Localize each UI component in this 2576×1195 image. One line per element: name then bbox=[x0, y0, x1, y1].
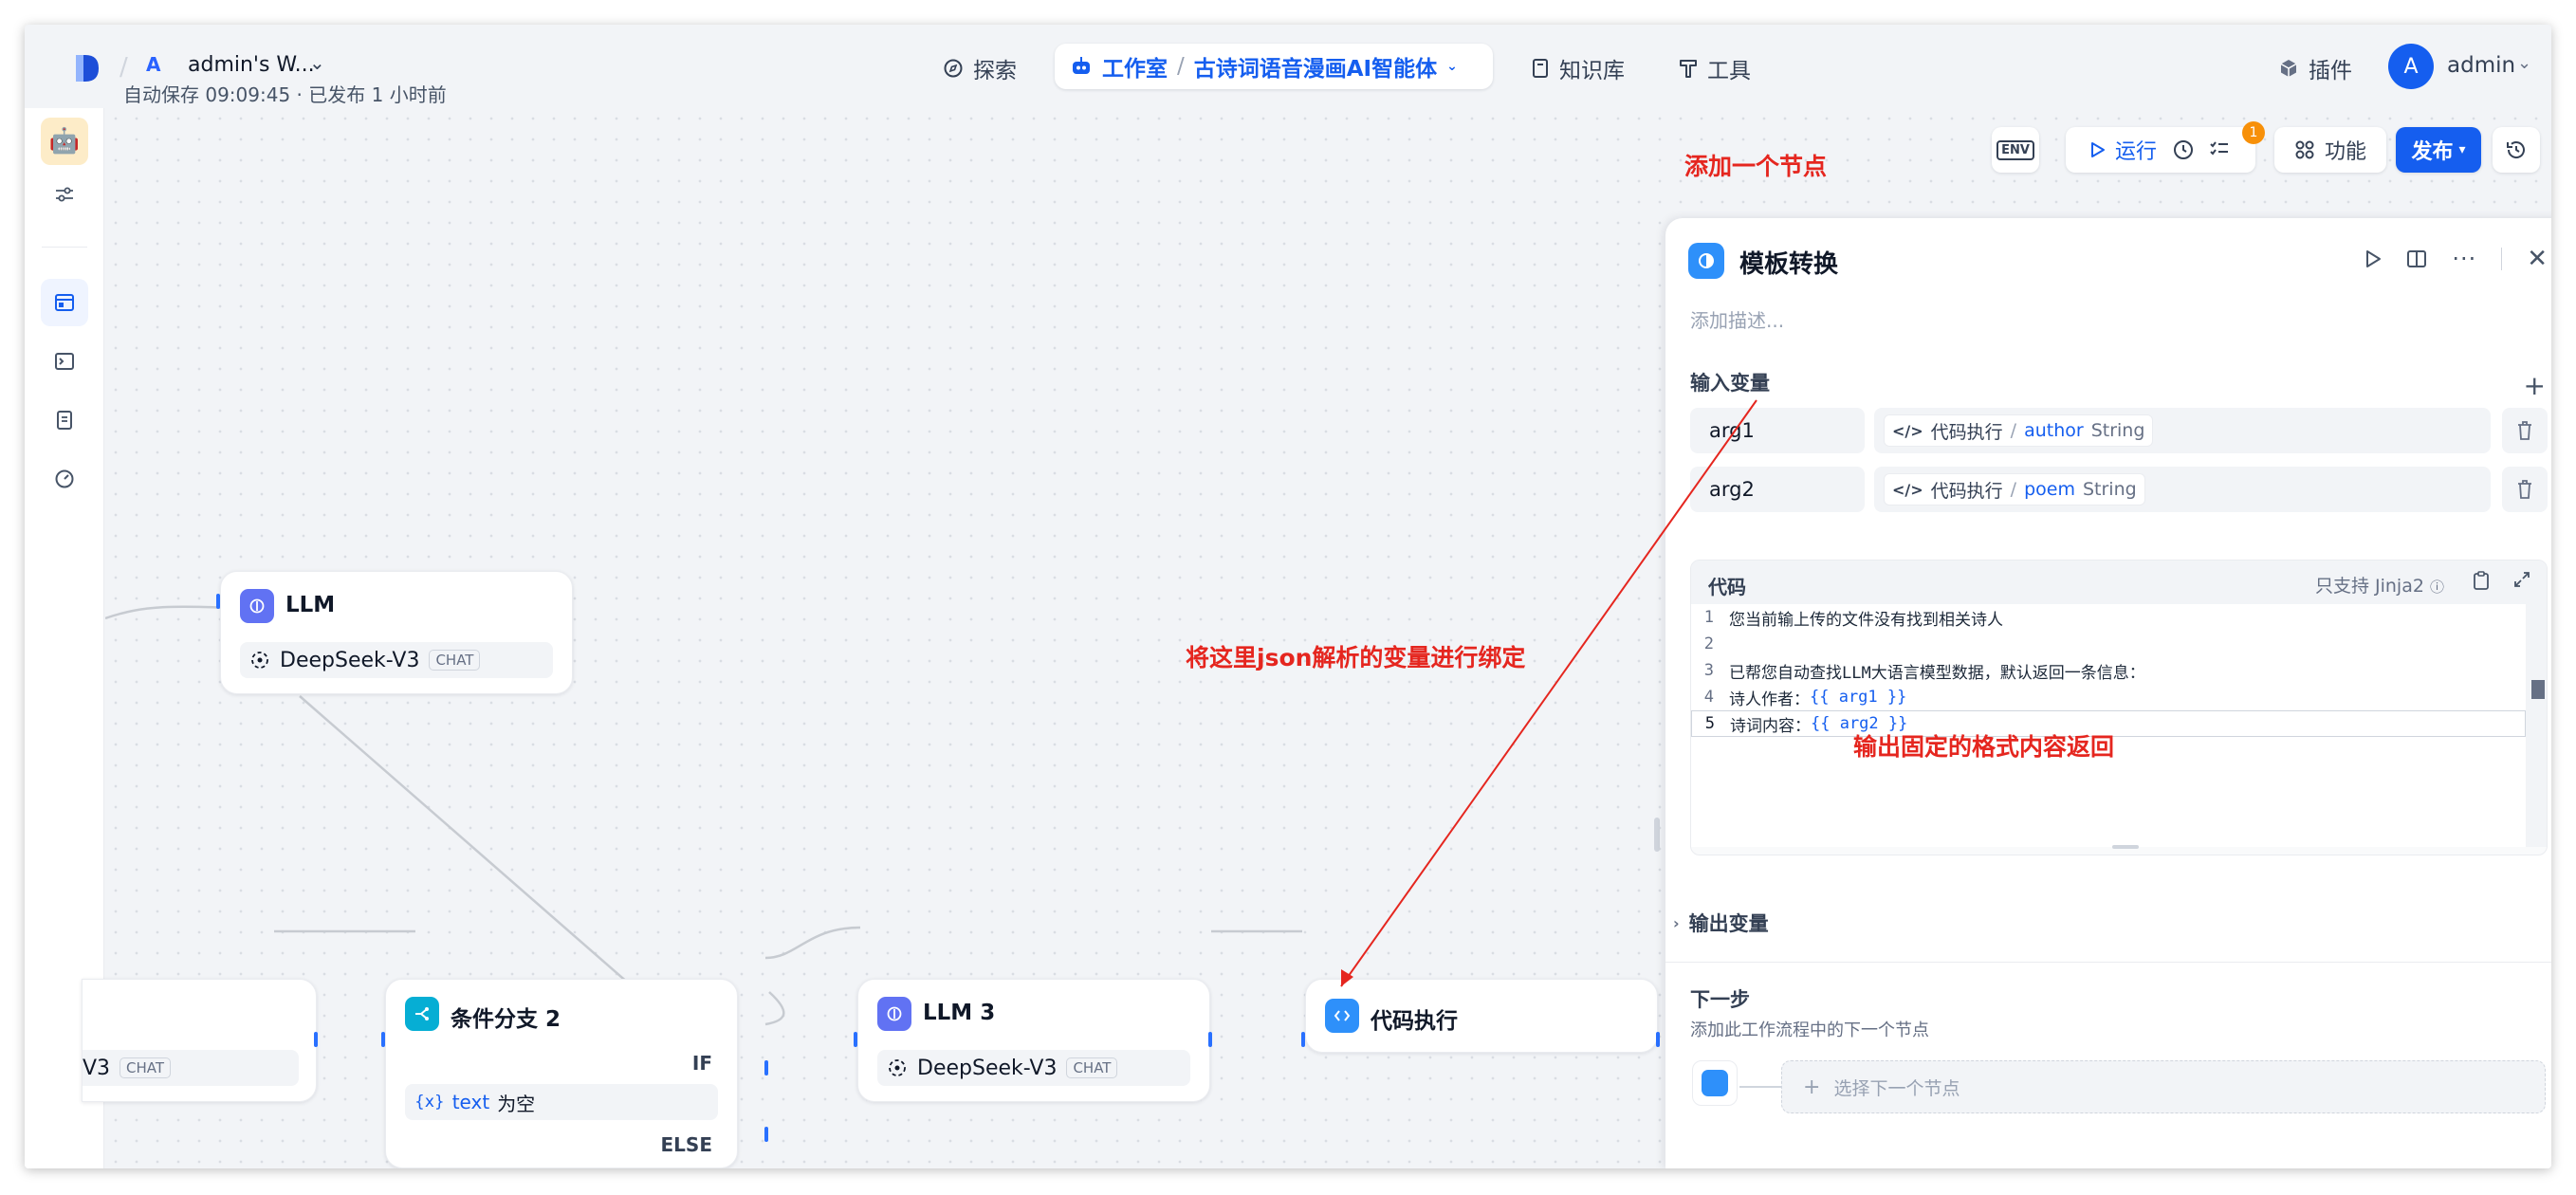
annotation-arrow bbox=[1340, 399, 1757, 987]
app-window: / A admin's W... ⌄ 探索 工作室 / 古诗词语音漫画AI智能体… bbox=[25, 25, 2551, 1168]
